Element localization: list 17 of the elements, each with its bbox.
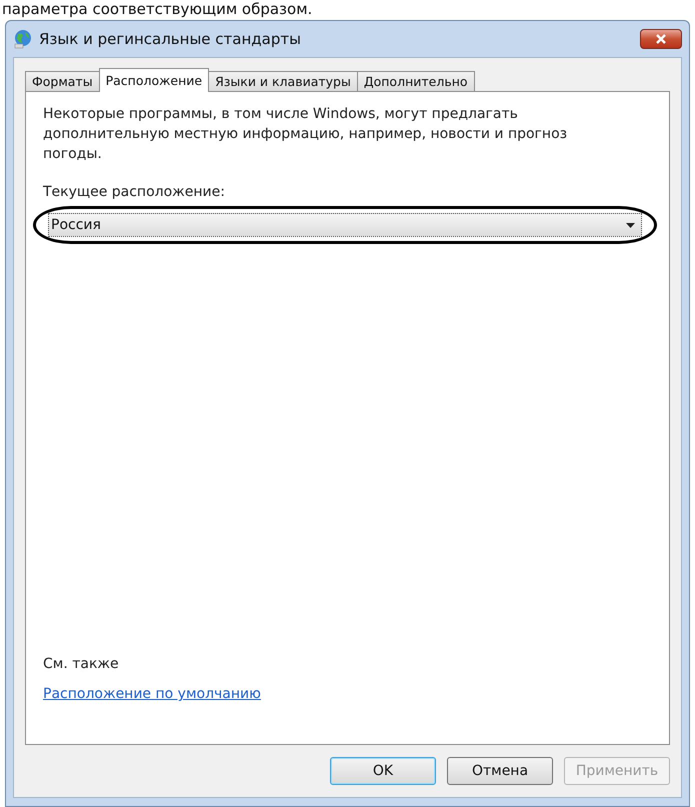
dialog-button[interactable]: Отмена [447,757,553,785]
caption-text: параметра соответствующим образом. [1,0,314,18]
caret-icon [626,222,635,228]
globe-icon [13,29,33,49]
dialog-button[interactable]: OK [330,757,436,785]
close-icon [655,34,667,44]
description-text: Некоторые программы, в том числе Windows, могут предлагать дополнительную местную информацию, например, новости и прогноз погоды. [43,105,568,164]
close-button[interactable] [640,29,682,49]
location-label: Текущее расположение: [43,184,226,200]
location-dropdown[interactable]: Россия [48,213,642,237]
tab[interactable]: Форматы [25,71,100,92]
tab[interactable]: Языки и клавиатуры [208,71,358,92]
window-title: Язык и регинсальные стандарты [39,30,302,48]
tab[interactable]: Расположение [98,68,210,92]
see-also-heading: См. также [43,656,120,672]
default-location-link[interactable]: Расположение по умолчанию [43,686,261,702]
tab[interactable]: Дополнительно [356,71,475,92]
